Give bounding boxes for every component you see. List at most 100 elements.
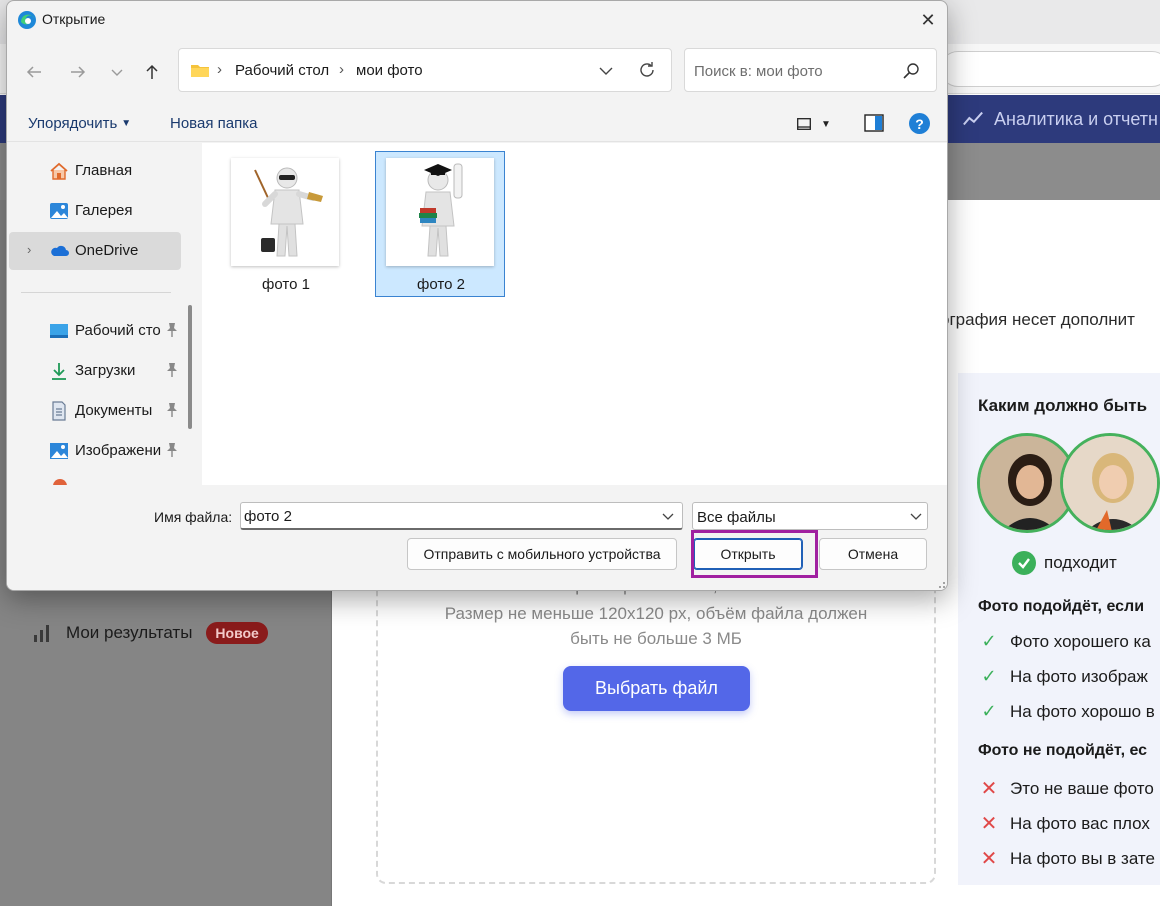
upload-size-text-2: быть не больше 3 МБ [570,629,742,648]
chevron-down-icon [111,69,123,76]
filename-field[interactable] [240,502,683,530]
nav-item-home[interactable]: Главная [9,152,181,190]
teacher-figure-thumbnail [231,158,339,266]
bad-item: ✕ На фото вы в зате [980,848,1155,870]
check-icon: ✓ [981,701,997,721]
check-icon: ✓ [981,666,997,686]
new-folder-button[interactable]: Новая папка [170,115,257,132]
back-button[interactable] [21,59,47,85]
caret-down-icon: ▼ [121,118,132,129]
nav-item-documents[interactable]: Документы [9,392,181,430]
dialog-titlebar: Открытие ✕ [7,1,947,39]
good-heading: Фото подойдёт, если [978,598,1145,615]
sidebar-item-label: Мои результаты [66,623,193,642]
nav-divider [21,292,171,293]
good-item: ✓ На фото хорошо в [981,701,1155,721]
example-photo-avatar [1060,433,1160,533]
cross-icon: ✕ [980,813,998,835]
filename-label: Имя файла: [154,509,233,525]
cross-icon: ✕ [980,778,998,800]
breadcrumb-my-photos[interactable]: мои фото [356,62,423,79]
file-tile-photo-1[interactable]: фото 1 [220,151,350,297]
arrow-left-icon [26,66,41,78]
pin-icon[interactable] [165,402,179,418]
nav-analytics[interactable]: Аналитика и отчетн [962,95,1158,143]
pin-icon[interactable] [165,322,179,338]
close-icon[interactable]: ✕ [911,7,945,33]
home-icon [50,162,68,180]
upload-size-text: Размер не меньше 120х120 px, объём файла… [444,604,868,623]
cancel-button[interactable]: Отмена [819,538,927,570]
open-button-highlight [691,530,818,578]
recent-locations-button[interactable] [104,59,130,85]
good-item: ✓ На фото изображ [981,666,1148,686]
chevron-down-icon[interactable] [597,62,615,80]
suits-label: подходит [1044,553,1117,572]
downloads-icon [52,363,66,380]
caret-down-icon: ▼ [821,118,831,130]
up-button[interactable] [139,59,165,85]
file-open-dialog: Открытие ✕ › Рабочий стол › мои фото Упо… [6,0,948,591]
address-bar[interactable]: › Рабочий стол › мои фото [178,48,672,92]
nav-scrollbar[interactable] [188,305,192,429]
chevron-right-icon[interactable]: › [27,242,31,257]
nav-item-gallery[interactable]: Галерея [9,192,181,230]
pin-icon[interactable] [165,442,179,458]
send-from-mobile-button[interactable]: Отправить с мобильного устройства [407,538,677,570]
organize-button[interactable]: Упорядочить ▼ [28,115,131,132]
check-icon: ✓ [981,631,997,651]
breadcrumb-separator: › [339,61,344,78]
bad-item: ✕ На фото вас плох [980,813,1150,835]
documents-icon [52,401,66,421]
chevron-down-icon[interactable] [662,511,674,521]
nav-item-downloads[interactable]: Загрузки [9,352,181,390]
bar-chart-icon [32,624,52,642]
file-name: фото 1 [262,276,310,293]
file-type-value: Все файлы [697,509,776,526]
sidebar-item-results[interactable]: Мои результаты Новое [32,622,268,644]
arrow-right-icon [71,66,86,78]
preview-pane-icon[interactable] [864,114,884,132]
breadcrumb-desktop[interactable]: Рабочий стол [235,62,329,79]
check-circle-icon [1012,551,1036,575]
pictures-icon [50,443,68,459]
dialog-title: Открытие [42,11,106,27]
search-box[interactable] [684,48,937,92]
desktop-icon [50,324,68,338]
resize-grip-icon[interactable] [938,577,948,589]
file-name: фото 2 [417,276,465,293]
search-input[interactable] [694,61,894,81]
file-type-select[interactable]: Все файлы [692,502,928,530]
graduate-figure-thumbnail [386,158,494,266]
onedrive-icon [51,245,69,256]
nav-item-desktop[interactable]: Рабочий сто [9,312,181,350]
file-list: фото 1 фото 2 [202,143,947,485]
choose-file-button[interactable]: Выбрать файл [563,666,750,711]
nav-analytics-label: Аналитика и отчетн [994,108,1158,129]
analytics-icon [963,111,983,126]
suits-indicator: подходит [1012,551,1117,575]
navigation-pane: Главная Галерея › OneDrive Рабочий сто З… [7,143,201,485]
forward-button[interactable] [65,59,91,85]
view-icon [797,118,811,130]
gallery-icon [50,203,68,219]
edge-browser-icon [18,11,36,29]
browser-address-bar[interactable] [940,51,1160,87]
refresh-icon[interactable] [637,60,657,80]
pin-icon[interactable] [165,362,179,378]
file-tile-photo-2[interactable]: фото 2 [375,151,505,297]
help-icon[interactable]: ? [909,113,930,134]
nav-item-pictures[interactable]: Изображени [9,432,181,470]
nav-item-onedrive[interactable]: › OneDrive [9,232,181,270]
arrow-up-icon [146,64,158,79]
breadcrumb-separator: › [217,61,222,78]
change-view-button[interactable]: ▼ [797,114,841,134]
bad-heading: Фото не подойдёт, ес [978,742,1148,759]
intro-text: ография несет дополнит [940,310,1135,329]
requirements-title: Каким должно быть [978,396,1148,415]
search-icon [903,63,919,79]
cross-icon: ✕ [980,848,998,870]
filename-input[interactable] [244,507,644,525]
good-item: ✓ Фото хорошего ка [981,631,1151,651]
bad-item: ✕ Это не ваше фото [980,778,1154,800]
